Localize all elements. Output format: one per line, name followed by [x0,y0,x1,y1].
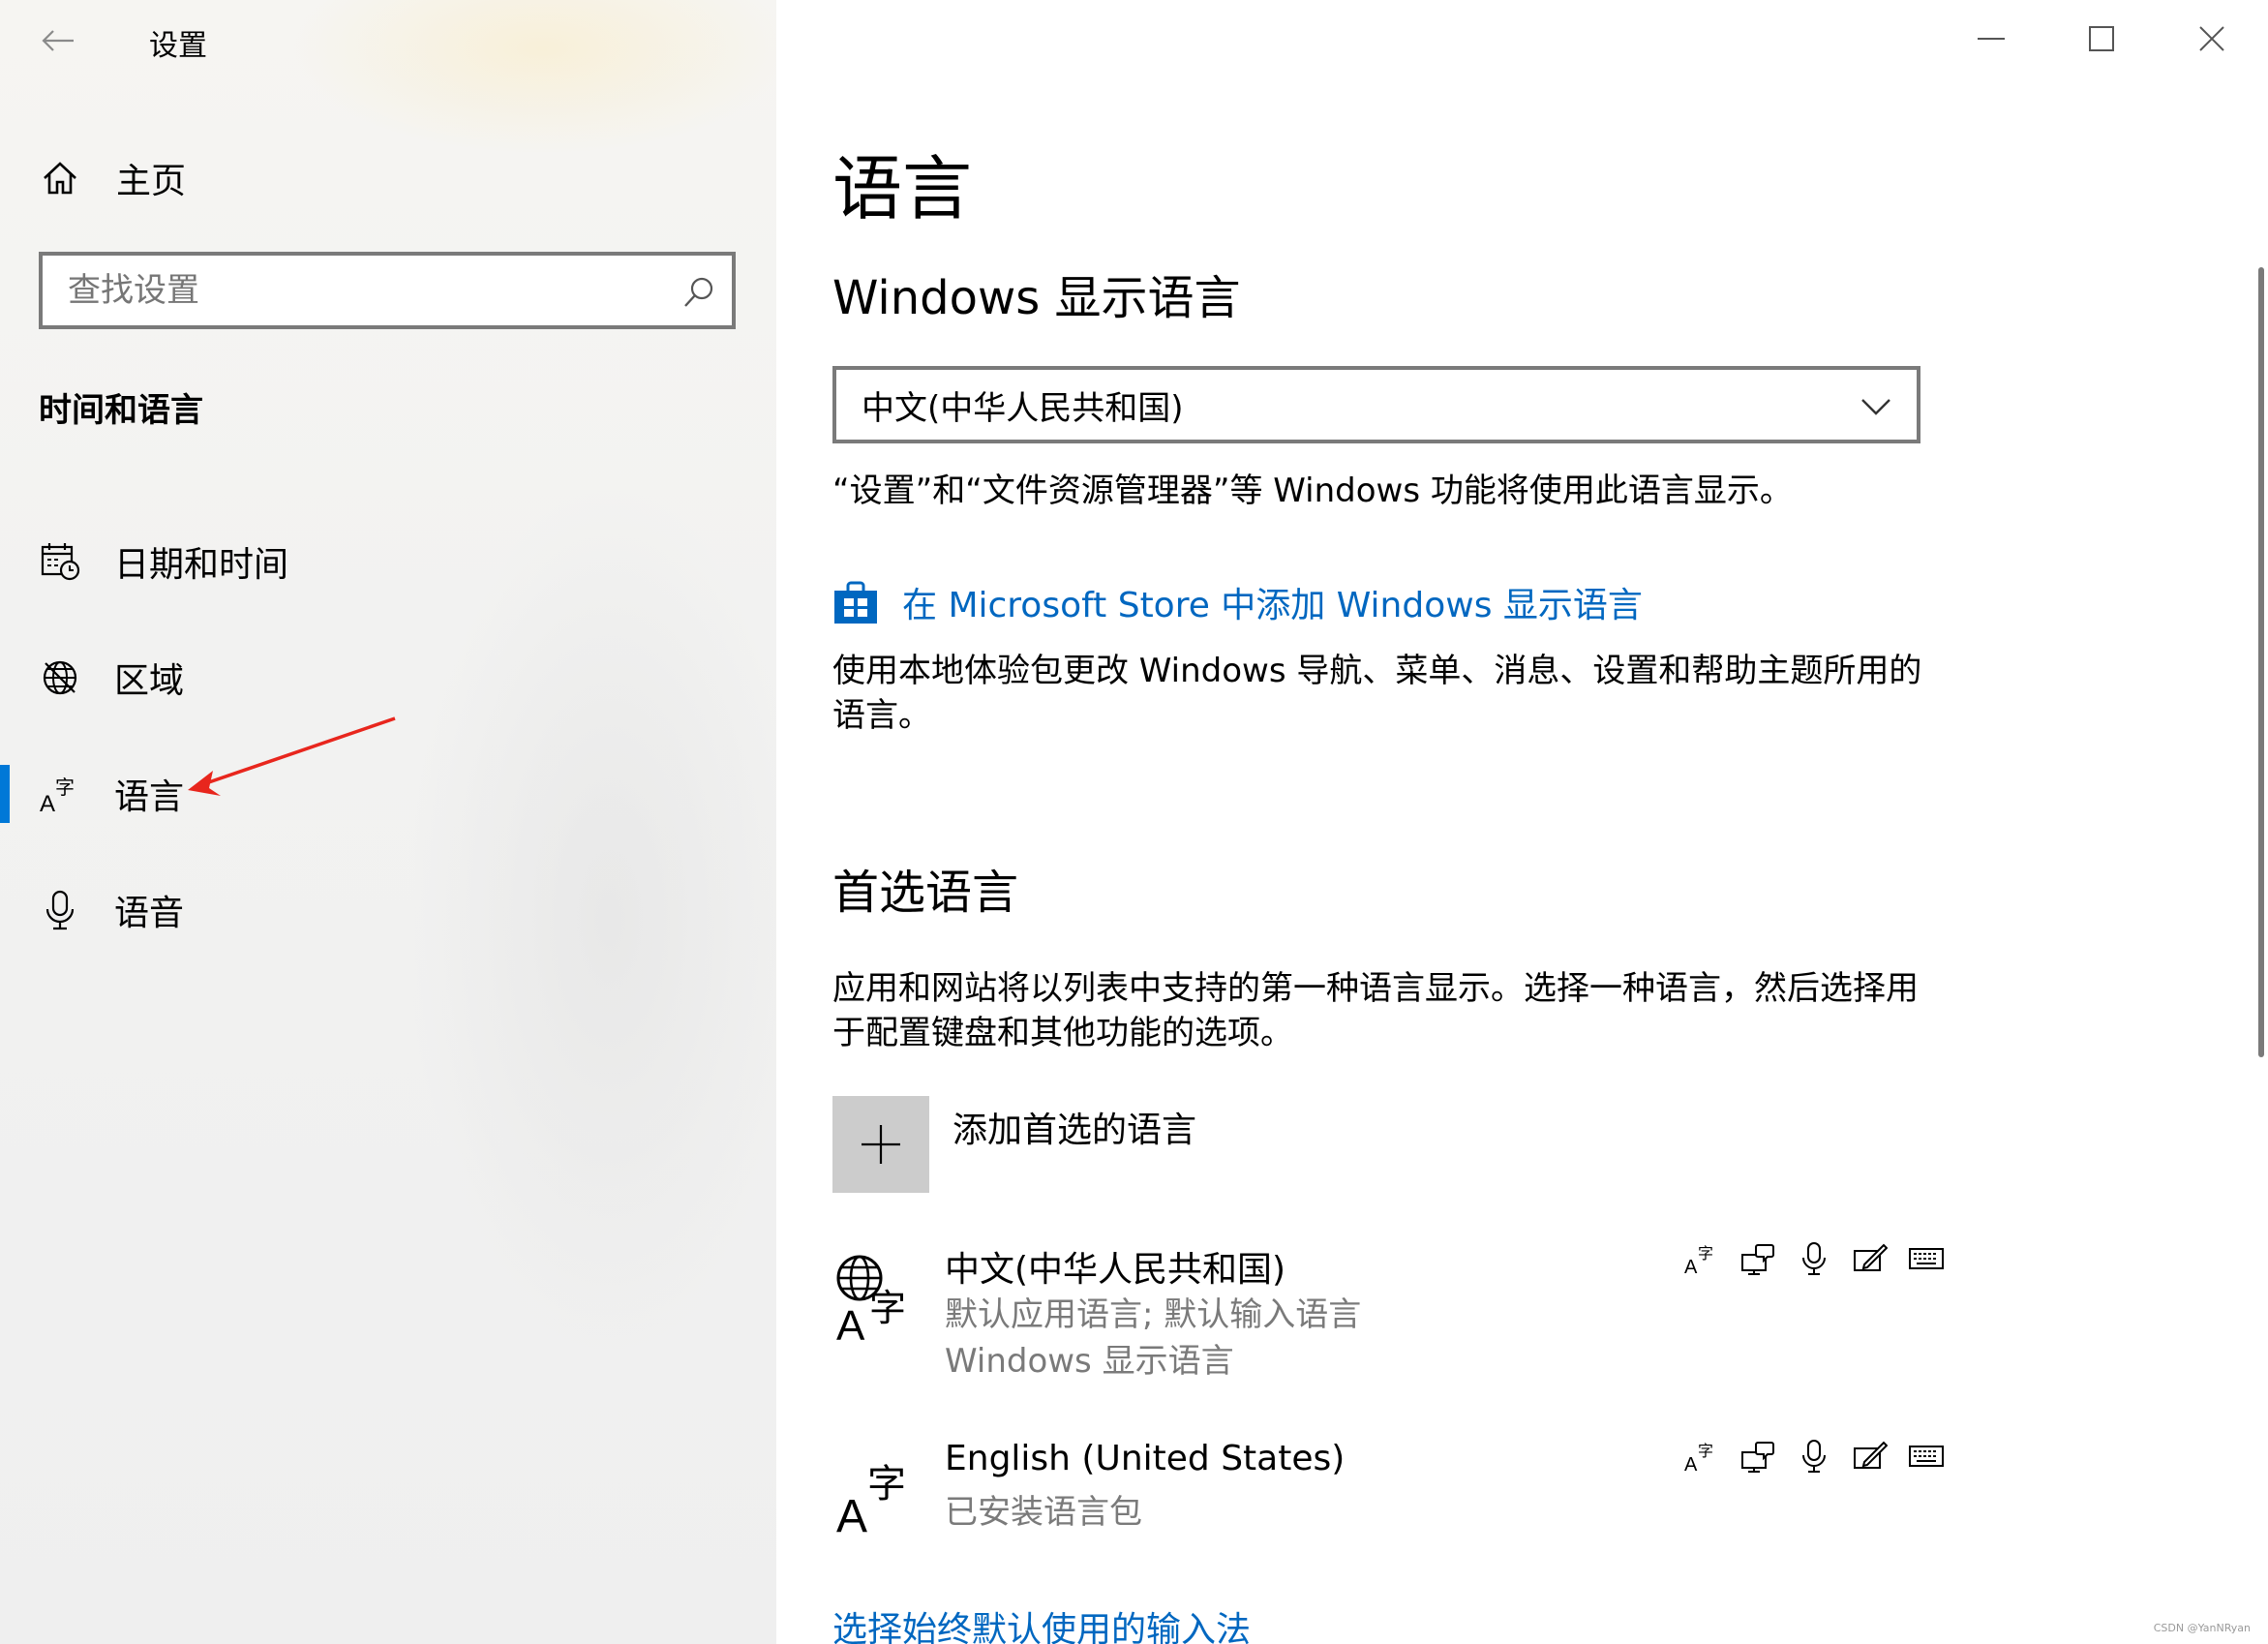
language-status-secondary: Windows 显示语言 [945,1342,1234,1381]
home-icon [39,157,81,199]
sidebar: 设置 主页 时间和语言 [0,0,776,1644]
svg-text:字: 字 [1698,1442,1713,1460]
language-name: English (United States) [945,1439,1346,1478]
speech-bubble-display-icon [1740,1241,1775,1276]
keyboard-icon [1909,1439,1944,1474]
sidebar-item-label: 语音 [114,894,185,933]
display-language-description: “设置”和“文件资源管理器”等 Windows 功能将使用此语言显示。 [832,472,1793,510]
svg-text:A: A [1684,1454,1698,1474]
app-title: 设置 [149,29,207,63]
language-name: 中文(中华人民共和国) [945,1250,1286,1290]
language-status: 已安装语言包 [945,1493,1142,1532]
sidebar-item-date-time[interactable]: 日期和时间 [0,503,776,620]
microphone-icon [1797,1241,1831,1276]
store-description: 使用本地体验包更改 Windows 导航、菜单、消息、设置和帮助主题所用的语言。 [832,652,1922,735]
microphone-icon [39,889,81,931]
svg-text:A: A [836,1302,865,1348]
watermark: CSDN @YanNRyan [2153,1622,2251,1634]
add-language-label: 添加首选的语言 [953,1111,1197,1150]
search-icon[interactable] [681,275,716,310]
section-title: 时间和语言 [39,391,203,430]
plus-icon [832,1096,929,1193]
display-language-dropdown[interactable]: 中文(中华人民共和国) [832,366,1920,443]
keyboard-icon [1909,1241,1944,1276]
svg-text:A: A [40,791,55,815]
globe-region-icon [39,656,81,699]
settings-window: 设置 主页 时间和语言 [0,0,2268,1644]
store-link-label: 在 Microsoft Store 中添加 Windows 显示语言 [902,586,1643,625]
svg-text:字: 字 [55,776,75,799]
add-language-button[interactable]: 添加首选的语言 [832,1096,1196,1193]
language-globe-icon: A 字 [836,1255,906,1348]
sidebar-item-speech[interactable]: 语音 [0,852,776,968]
speech-bubble-display-icon [1740,1439,1775,1474]
sidebar-item-label: 区域 [114,661,185,701]
language-feature-icons: A字 [1684,1439,1944,1474]
microphone-icon [1797,1439,1831,1474]
handwriting-icon [1853,1241,1888,1276]
preferred-languages-heading: 首选语言 [832,866,1019,920]
home-label: 主页 [116,162,187,201]
display-language-icon: A字 [1684,1439,1719,1474]
back-arrow-icon [42,30,74,51]
svg-text:A: A [836,1491,867,1542]
scrollbar-thumb[interactable] [2258,267,2264,1057]
default-input-method-link[interactable]: 选择始终默认使用的输入法 [832,1601,1251,1644]
svg-text:字: 字 [869,1287,906,1329]
handwriting-icon [1853,1439,1888,1474]
display-language-icon: A字 [1684,1241,1719,1276]
svg-text:A: A [1684,1257,1698,1276]
chevron-down-icon [1861,399,1890,415]
language-icon: A 字 [836,1462,906,1542]
search-box[interactable] [39,252,736,329]
calendar-clock-icon [39,540,81,583]
display-language-heading: Windows 显示语言 [832,271,1241,325]
language-item-zh-cn[interactable]: A 字 中文(中华人民共和国) 默认应用语言; 默认输入语言 Windows 显… [832,1241,1975,1386]
language-feature-icons: A字 [1684,1241,1944,1276]
svg-text:字: 字 [867,1462,906,1507]
home-nav-item[interactable]: 主页 [39,147,186,209]
store-link[interactable]: 在 Microsoft Store 中添加 Windows 显示语言 [832,577,1643,627]
language-item-en-us[interactable]: A 字 English (United States) 已安装语言包 A字 [832,1439,1975,1584]
language-icon: A 字 [39,773,81,815]
search-input[interactable] [68,271,649,310]
preferred-languages-description: 应用和网站将以列表中支持的第一种语言显示。选择一种语言，然后选择用于配置键盘和其… [832,969,1919,1052]
back-button[interactable] [35,17,81,64]
sidebar-item-label: 语言 [114,777,185,817]
content-pane: 语言 Windows 显示语言 中文(中华人民共和国) “设置”和“文件资源管理… [776,0,2268,1644]
store-bag-icon [834,581,877,624]
page-title: 语言 [832,148,973,229]
dropdown-value: 中文(中华人民共和国) [862,388,1184,428]
language-status: 默认应用语言; 默认输入语言 [945,1295,1362,1334]
red-annotation-arrow [188,716,396,796]
sidebar-item-label: 日期和时间 [114,545,289,585]
svg-text:字: 字 [1698,1244,1713,1263]
